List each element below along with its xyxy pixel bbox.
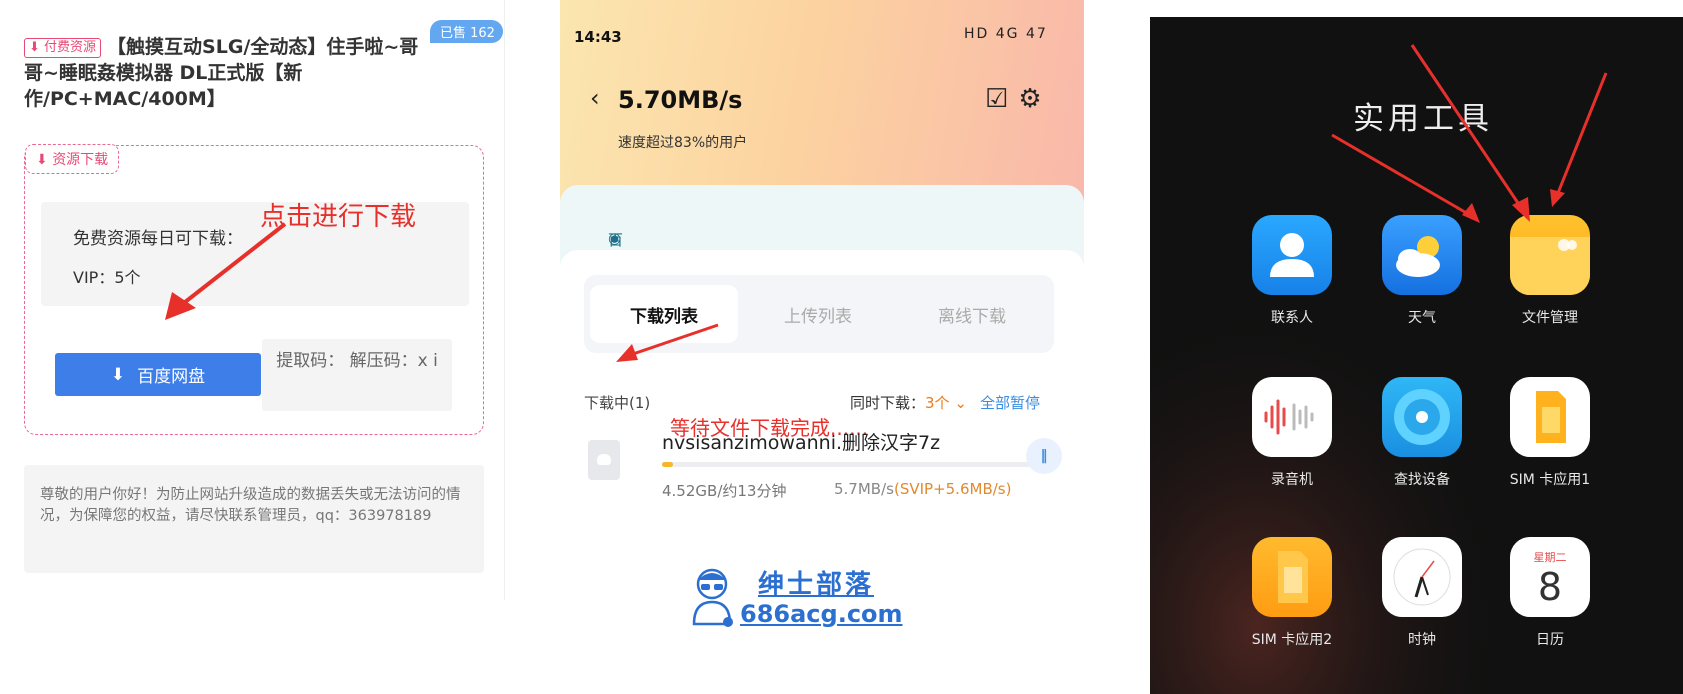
resource-panel: 已售 162 ⬇︎ 付费资源 【触摸互动SLG/全动态】住手啦~哥哥~睡眠姦模拟器…	[0, 0, 505, 600]
mascot-icon	[692, 568, 733, 627]
tools-folder: 实用工具 联系人 天气 文件管理 录音机 查找设备 SIM 卡应用1 SIM 卡…	[1150, 17, 1683, 694]
annotation-arrows-3	[1331, 44, 1608, 223]
watermark: 绅士部落 686acg.com	[690, 556, 940, 636]
transfer-panel: 14:43 HD 4G 47 ‹ 5.70MB/s 速度超过83%的用户 ☑⚙ …	[560, 0, 1084, 660]
annotation-arrow	[165, 222, 287, 320]
watermark-title: 绅士部落	[758, 570, 875, 600]
watermark-url: 686acg.com	[740, 600, 903, 628]
